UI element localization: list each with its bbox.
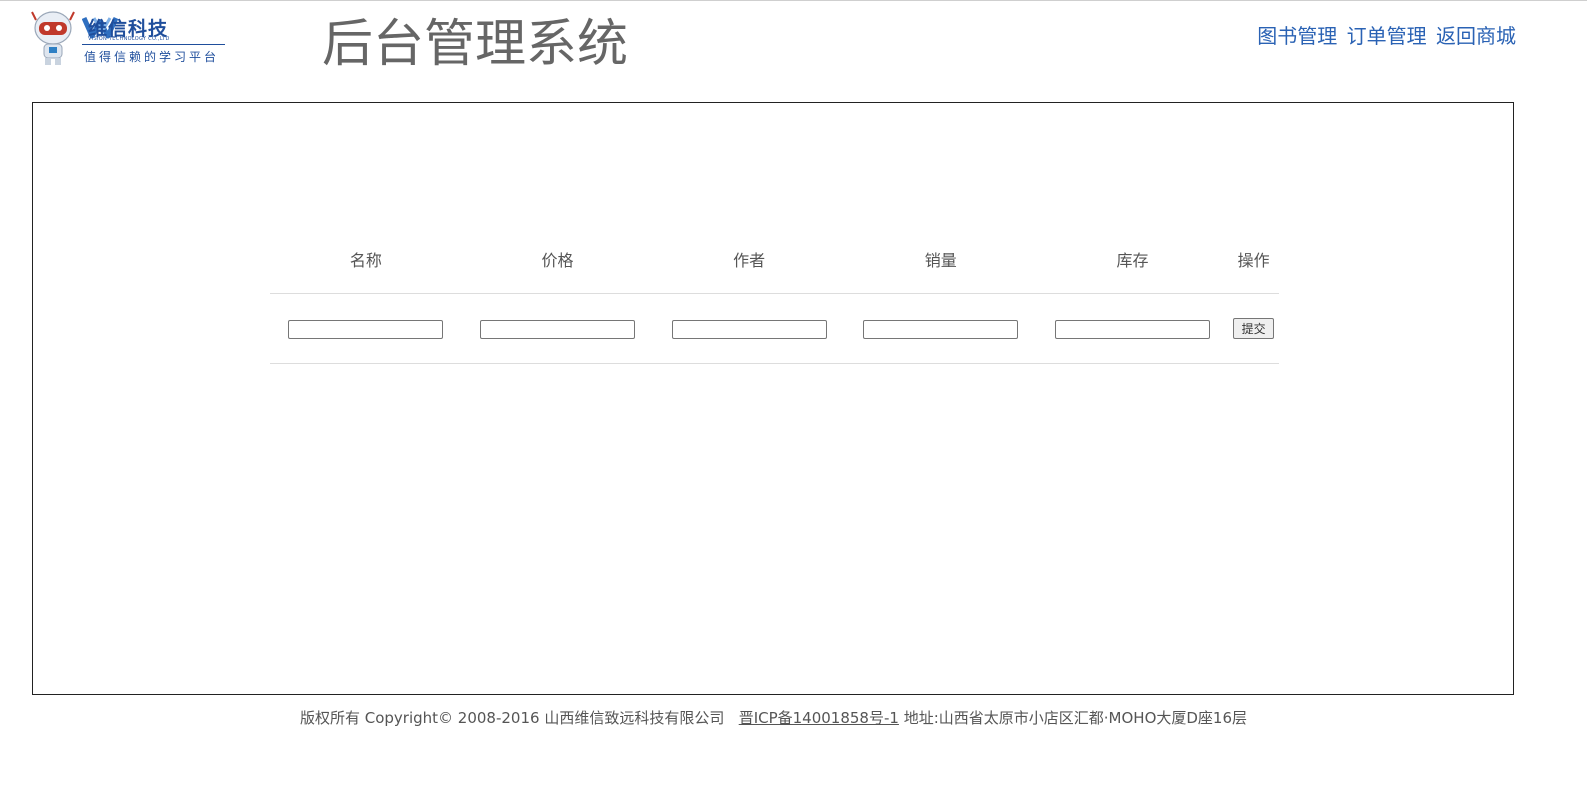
top-nav: 图书管理 订单管理 返回商城	[1254, 20, 1516, 49]
column-header-author: 作者	[653, 225, 845, 294]
brand-slogan: 值得信赖的学习平台	[84, 50, 220, 64]
book-stock-input[interactable]	[1054, 319, 1210, 339]
book-sales-input[interactable]	[863, 319, 1019, 339]
header: 维信科技 VISION TECHNOLOGY CO.,LTD 值得信赖的学习平台…	[0, 0, 1587, 100]
column-header-price: 价格	[461, 225, 654, 294]
footer: 版权所有 Copyright© 2008-2016 山西维信致远科技有限公司 晋…	[0, 707, 1547, 728]
book-name-input[interactable]	[288, 319, 444, 339]
cell-stock	[1036, 293, 1229, 364]
cell-name	[270, 293, 462, 364]
submit-button[interactable]: 提交	[1233, 318, 1275, 339]
cell-author	[653, 293, 845, 364]
nav-back-to-shop[interactable]: 返回商城	[1436, 24, 1516, 48]
footer-icp-link[interactable]: 晋ICP备14001858号-1	[739, 709, 899, 727]
book-price-input[interactable]	[479, 319, 635, 339]
cell-action: 提交	[1228, 293, 1279, 364]
main-panel: 名称 价格 作者 销量 库存 操作 提交	[32, 102, 1514, 695]
nav-book-management[interactable]: 图书管理	[1257, 24, 1337, 48]
cell-price	[461, 293, 654, 364]
brand-divider	[82, 44, 225, 45]
table-row: 提交	[270, 293, 1279, 364]
page-title: 后台管理系统	[322, 15, 629, 74]
nav-order-management[interactable]: 订单管理	[1347, 24, 1427, 48]
footer-address: 地址:山西省太原市小店区汇都·MOHO大厦D座16层	[903, 709, 1248, 727]
add-book-form: 名称 价格 作者 销量 库存 操作 提交	[270, 225, 1279, 364]
column-header-sales: 销量	[844, 225, 1037, 294]
cell-sales	[844, 293, 1037, 364]
book-author-input[interactable]	[671, 319, 827, 339]
column-header-action: 操作	[1228, 225, 1279, 294]
table-header-row: 名称 价格 作者 销量 库存 操作	[270, 225, 1279, 294]
robot-mascot-icon	[31, 11, 75, 65]
column-header-name: 名称	[270, 225, 462, 294]
brand-subtitle: VISION TECHNOLOGY CO.,LTD	[88, 36, 170, 42]
logo: 维信科技 VISION TECHNOLOGY CO.,LTD 值得信赖的学习平台	[30, 10, 230, 66]
column-header-stock: 库存	[1036, 225, 1229, 294]
footer-copyright: 版权所有 Copyright© 2008-2016 山西维信致远科技有限公司	[299, 709, 725, 727]
